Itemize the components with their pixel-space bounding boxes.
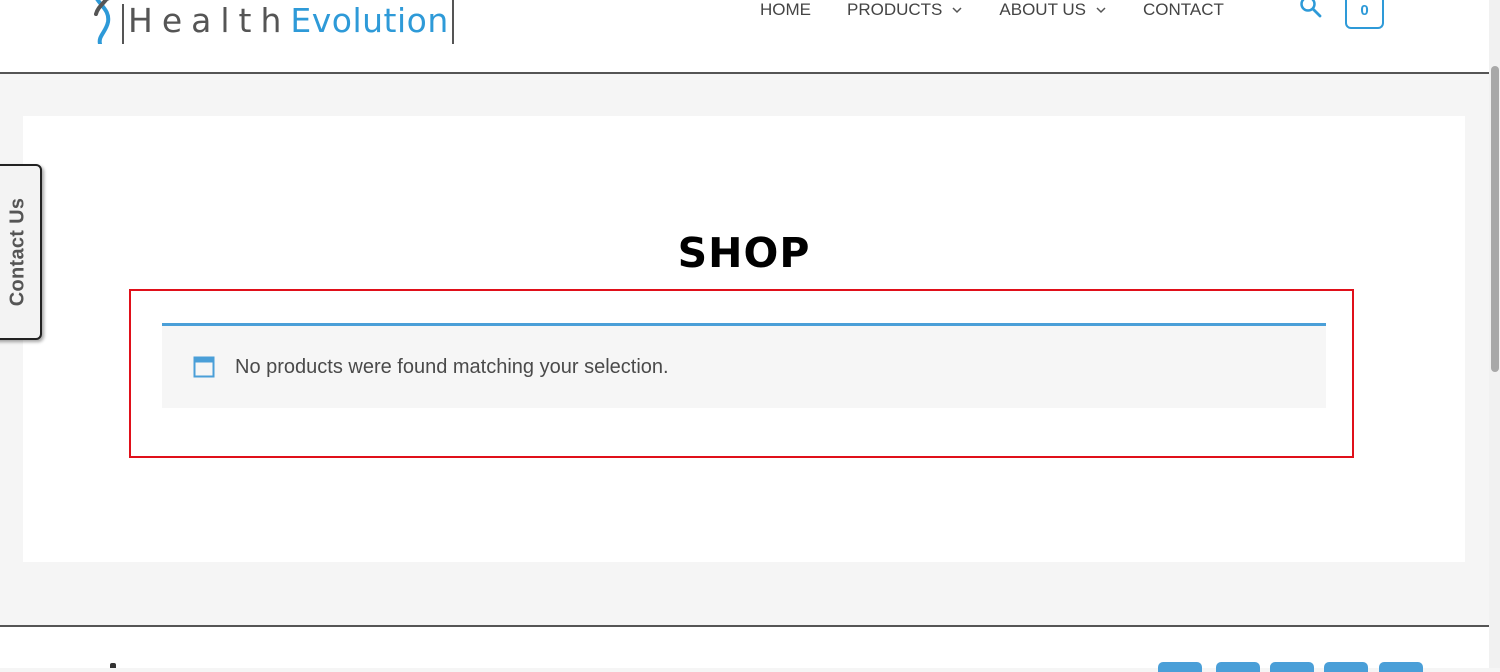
main-nav: HOME PRODUCTS ABOUT US CONTACT xyxy=(760,0,1260,23)
logo-text-health: Health xyxy=(128,1,291,40)
notice-message: No products were found matching your sel… xyxy=(235,355,669,378)
social-button[interactable] xyxy=(1379,662,1423,672)
contact-us-tab[interactable]: Contact Us xyxy=(0,164,42,340)
social-button[interactable] xyxy=(1324,662,1368,672)
chevron-down-icon xyxy=(1096,7,1106,14)
nav-item-label: ABOUT US xyxy=(999,0,1086,19)
site-header: Health Evolution HOME PRODUCTS ABOUT US … xyxy=(0,0,1489,74)
nav-item-label: HOME xyxy=(760,0,811,19)
window-icon xyxy=(193,356,215,378)
chevron-down-icon xyxy=(952,7,962,14)
scrollbar-thumb[interactable] xyxy=(1491,66,1499,372)
social-button[interactable] xyxy=(1216,662,1260,672)
content-card: SHOP No products were found matching you… xyxy=(23,116,1465,562)
page-title: SHOP xyxy=(677,229,811,277)
woocommerce-info-notice: No products were found matching your sel… xyxy=(162,323,1326,408)
nav-item-home[interactable]: HOME xyxy=(760,0,811,20)
footer-logo xyxy=(110,663,116,668)
cart-button[interactable]: 0 xyxy=(1345,0,1384,29)
social-button[interactable] xyxy=(1158,662,1202,672)
cart-count: 0 xyxy=(1360,2,1369,19)
nav-item-about-us[interactable]: ABOUT US xyxy=(999,0,1107,20)
contact-us-tab-label: Contact Us xyxy=(6,197,29,307)
nav-item-label: PRODUCTS xyxy=(847,0,943,19)
site-logo[interactable]: Health Evolution xyxy=(86,0,454,44)
nav-item-products[interactable]: PRODUCTS xyxy=(847,0,963,20)
logo-text-evolution: Evolution xyxy=(290,1,449,40)
logo-divider xyxy=(122,4,124,44)
logo-divider-end xyxy=(451,0,454,44)
social-button[interactable] xyxy=(1270,662,1314,672)
nav-item-label: CONTACT xyxy=(1143,0,1224,19)
dna-logo-icon xyxy=(94,0,111,44)
site-footer xyxy=(0,627,1489,672)
search-icon[interactable] xyxy=(1299,0,1323,18)
nav-item-contact[interactable]: CONTACT xyxy=(1143,0,1224,20)
